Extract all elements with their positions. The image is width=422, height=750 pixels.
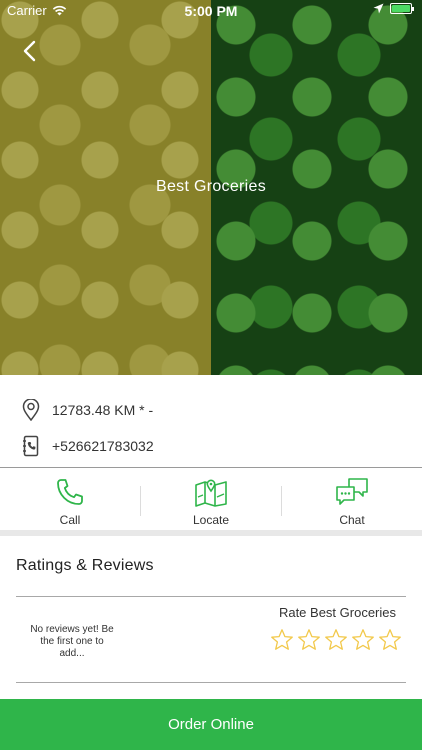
map-pin-icon — [20, 399, 42, 421]
back-button[interactable] — [16, 38, 42, 64]
distance-text: 12783.48 KM * - — [52, 402, 154, 418]
order-online-button[interactable]: Order Online — [0, 699, 422, 750]
locate-label: Locate — [192, 513, 230, 527]
hero-banner: Carrier 5:00 PM Best Groceries — [0, 0, 422, 375]
phone-number[interactable]: +526621783032 — [52, 438, 154, 454]
star-rating[interactable] — [270, 628, 402, 652]
phone-book-icon — [20, 435, 42, 457]
map-icon — [193, 476, 229, 508]
star-icon[interactable] — [324, 628, 348, 652]
chevron-left-icon — [23, 40, 36, 62]
store-title: Best Groceries — [155, 178, 266, 195]
ratings-divider-top — [16, 596, 406, 597]
phone-row[interactable]: +526621783032 — [0, 428, 422, 464]
chat-icon — [334, 476, 370, 508]
call-button[interactable]: Call — [0, 476, 140, 530]
star-icon[interactable] — [378, 628, 402, 652]
ratings-divider-bottom — [16, 682, 406, 683]
rate-title: Rate Best Groceries — [278, 605, 396, 620]
no-reviews-text: No reviews yet! Be the first one to add.… — [30, 624, 114, 659]
ratings-title: Ratings & Reviews — [16, 557, 154, 574]
order-online-label: Order Online — [168, 716, 254, 733]
locate-button[interactable]: Locate — [141, 476, 281, 530]
status-bar: Carrier 5:00 PM — [0, 0, 422, 22]
info-divider — [0, 467, 422, 468]
battery-icon — [390, 3, 414, 14]
phone-icon — [52, 476, 88, 508]
section-separator — [0, 530, 422, 536]
chat-label: Chat — [339, 513, 365, 527]
action-bar: Call Locate Chat — [0, 476, 422, 530]
distance-row: 12783.48 KM * - — [0, 392, 422, 428]
status-time: 5:00 PM — [184, 3, 238, 19]
status-right — [373, 3, 414, 14]
star-icon[interactable] — [351, 628, 375, 652]
chat-button[interactable]: Chat — [282, 476, 422, 530]
star-icon[interactable] — [297, 628, 321, 652]
star-icon[interactable] — [270, 628, 294, 652]
location-arrow-icon — [373, 3, 384, 14]
call-label: Call — [59, 513, 81, 527]
